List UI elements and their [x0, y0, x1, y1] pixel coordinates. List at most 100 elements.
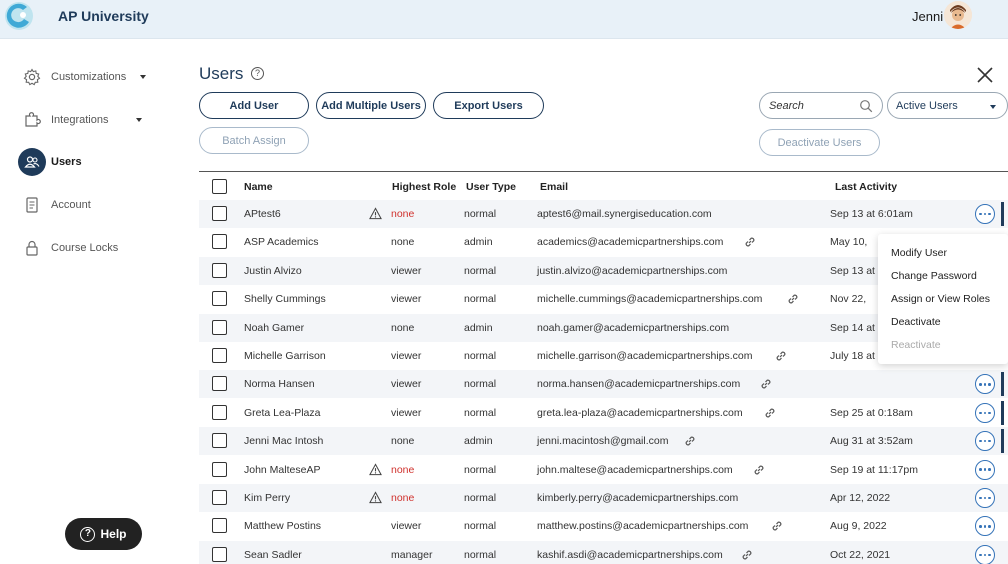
cell-activity: Sep 19 at 11:17pm — [830, 463, 918, 476]
more-options-button[interactable] — [975, 402, 995, 423]
link-icon[interactable] — [763, 406, 777, 420]
table-row[interactable]: John MalteseAP none normal john.maltese@aca… — [199, 456, 1008, 484]
cell-email: greta.lea-plaza@academicpartnerships.com — [537, 406, 743, 419]
cell-activity: Aug 31 at 3:52am — [830, 435, 913, 448]
batch-assign-button[interactable]: Batch Assign — [199, 127, 309, 154]
user-status-value: Active Users — [896, 99, 958, 112]
table-row[interactable]: Sean Sadler manager normal kashif.asdi@acad… — [199, 540, 1008, 564]
column-header-role[interactable]: Highest Role — [392, 181, 456, 193]
more-options-button[interactable] — [975, 374, 995, 395]
row-checkbox[interactable] — [212, 490, 227, 505]
cell-type: normal — [464, 208, 497, 220]
table-row[interactable]: Kim Perry none normal kimberly.perry@academ… — [199, 484, 1008, 512]
export-users-button[interactable]: Export Users — [433, 92, 544, 119]
more-options-button[interactable] — [975, 204, 995, 224]
sidebar-item-course-locks[interactable]: Course Locks — [18, 234, 118, 262]
help-button[interactable]: ? Help — [65, 518, 142, 550]
menu-item-assign-roles[interactable]: Assign or View Roles — [891, 293, 990, 305]
sidebar-item-account[interactable]: Account — [18, 191, 91, 219]
row-checkbox[interactable] — [212, 262, 227, 278]
row-actions-menu: Modify User Change Password Assign or Vi… — [878, 234, 1008, 364]
cell-role: viewer — [391, 350, 422, 362]
cell-activity: May 10, — [830, 236, 868, 249]
column-header-activity[interactable]: Last Activity — [835, 181, 897, 193]
cell-type: normal — [464, 406, 497, 419]
row-checkbox[interactable] — [212, 461, 227, 477]
search-box[interactable] — [759, 92, 883, 119]
menu-item-deactivate[interactable]: Deactivate — [891, 316, 941, 328]
cell-role: none — [391, 435, 415, 448]
row-checkbox[interactable] — [212, 348, 227, 363]
link-icon[interactable] — [683, 434, 697, 448]
cell-email: aptest6@mail.synergiseducation.com — [537, 208, 712, 220]
table-row[interactable]: APtest6 none normal aptest6@mail.synergised… — [199, 200, 1008, 228]
add-user-button[interactable]: Add User — [199, 92, 309, 119]
cell-email: matthew.postins@academicpartnerships.com — [537, 520, 749, 533]
link-icon[interactable] — [740, 548, 754, 562]
chevron-down-icon — [140, 75, 147, 79]
table-row[interactable]: Jenni Mac Intosh none admin jenni.macintosh… — [199, 427, 1008, 456]
cell-activity: Sep 14 at — [830, 321, 875, 334]
link-icon[interactable] — [770, 519, 784, 533]
sidebar-item-integrations[interactable]: Integrations — [18, 106, 143, 134]
deactivate-users-button[interactable]: Deactivate Users — [759, 129, 880, 156]
puzzle-icon — [18, 106, 46, 134]
more-options-button[interactable] — [975, 544, 995, 564]
link-icon[interactable] — [743, 235, 757, 249]
row-checkbox[interactable] — [212, 206, 227, 221]
table-header: Name Highest Role User Type Email Last A… — [199, 171, 1008, 200]
cell-role: none — [391, 236, 415, 249]
more-options-button[interactable] — [975, 431, 995, 452]
search-input[interactable] — [769, 99, 859, 112]
question-icon[interactable]: ? — [251, 67, 264, 80]
menu-item-modify-user[interactable]: Modify User — [891, 247, 947, 259]
user-name[interactable]: Jenni — [912, 9, 943, 24]
cell-type: normal — [464, 350, 497, 362]
link-icon[interactable] — [786, 292, 800, 306]
cell-role: viewer — [391, 520, 422, 533]
sidebar-item-customizations[interactable]: Customizations — [18, 63, 147, 91]
cell-activity: Sep 13 at — [830, 264, 875, 277]
row-checkbox[interactable] — [212, 376, 227, 392]
column-header-email[interactable]: Email — [540, 181, 568, 193]
cell-role: viewer — [391, 378, 422, 391]
more-options-button[interactable] — [975, 488, 995, 508]
close-icon[interactable] — [974, 64, 996, 86]
cell-name: Matthew Postins — [244, 520, 322, 533]
link-icon[interactable] — [759, 377, 773, 391]
cell-name: Justin Alvizo — [244, 264, 302, 277]
cell-activity: Sep 25 at 0:18am — [830, 406, 913, 419]
search-icon[interactable] — [859, 99, 873, 113]
row-checkbox[interactable] — [212, 234, 227, 250]
table-row[interactable]: Matthew Postins viewer normal matthew.posti… — [199, 512, 1008, 540]
more-options-button[interactable] — [975, 516, 995, 537]
add-multiple-users-button[interactable]: Add Multiple Users — [316, 92, 426, 119]
table-row[interactable]: Greta Lea-Plaza viewer normal greta.lea-pla… — [199, 399, 1008, 427]
avatar[interactable] — [944, 1, 972, 29]
link-icon[interactable] — [752, 463, 766, 477]
cell-role: manager — [391, 548, 433, 561]
row-checkbox[interactable] — [212, 433, 227, 449]
sidebar-item-users[interactable]: Users — [18, 148, 82, 176]
column-header-name[interactable]: Name — [244, 181, 273, 193]
user-status-select[interactable]: Active Users — [887, 92, 1008, 119]
row-checkbox[interactable] — [212, 319, 227, 335]
column-header-type[interactable]: User Type — [466, 181, 516, 193]
menu-item-change-password[interactable]: Change Password — [891, 270, 977, 282]
more-options-button[interactable] — [975, 459, 995, 480]
users-icon — [18, 148, 46, 176]
row-checkbox[interactable] — [212, 518, 227, 534]
sidebar: Customizations Integrations Users Accoun… — [0, 40, 180, 564]
cell-activity: Aug 9, 2022 — [830, 520, 887, 533]
table-row[interactable]: Norma Hansen viewer normal norma.hansen@aca… — [199, 370, 1008, 399]
select-all-checkbox[interactable] — [212, 179, 227, 194]
sidebar-item-label: Customizations — [51, 71, 127, 83]
cell-name: John MalteseAP — [244, 463, 321, 476]
app-logo-icon[interactable] — [2, 0, 38, 32]
row-checkbox[interactable] — [212, 404, 227, 420]
link-icon[interactable] — [774, 349, 788, 363]
row-checkbox[interactable] — [212, 546, 227, 562]
cell-type: normal — [464, 492, 497, 504]
cell-type: admin — [464, 321, 493, 334]
row-checkbox[interactable] — [212, 291, 227, 307]
